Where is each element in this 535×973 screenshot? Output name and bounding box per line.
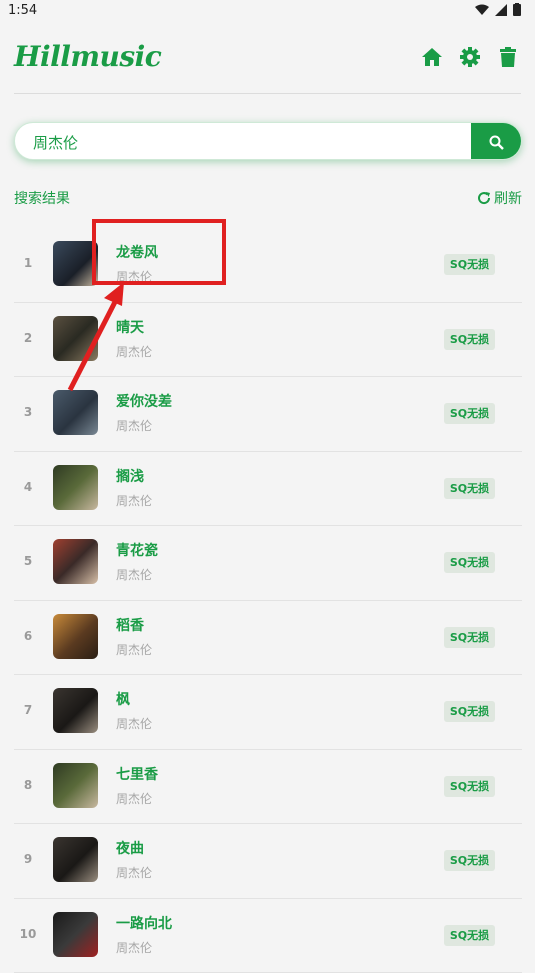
song-title: 搁浅 (116, 466, 144, 486)
song-artist: 周杰伦 (116, 790, 152, 807)
song-row[interactable]: 2 晴天 周杰伦 SQ无损 (14, 303, 522, 378)
signal-icon (495, 4, 507, 16)
song-index: 10 (14, 927, 42, 941)
song-artist: 周杰伦 (116, 566, 152, 583)
quality-badge: SQ无损 (444, 701, 495, 722)
annotation-highlight-box (92, 219, 226, 285)
song-artist: 周杰伦 (116, 492, 152, 509)
song-title: 枫 (116, 689, 130, 709)
song-index: 3 (14, 405, 42, 419)
song-row[interactable]: 10 一路向北 周杰伦 SQ无损 (14, 899, 522, 973)
song-artist: 周杰伦 (116, 864, 152, 881)
app-logo: Hillmusic (14, 40, 161, 73)
song-index: 9 (14, 852, 42, 866)
quality-badge: SQ无损 (444, 254, 495, 275)
results-header: 搜索结果 刷新 (14, 188, 522, 208)
song-index: 4 (14, 480, 42, 494)
status-icons (475, 3, 521, 16)
album-cover (53, 465, 98, 510)
refresh-label: 刷新 (494, 188, 522, 208)
settings-gear-icon[interactable] (459, 46, 481, 68)
song-title: 晴天 (116, 317, 144, 337)
song-index: 8 (14, 778, 42, 792)
battery-icon (513, 3, 521, 16)
song-row[interactable]: 7 枫 周杰伦 SQ无损 (14, 675, 522, 750)
search-icon (489, 135, 504, 150)
song-title: 夜曲 (116, 838, 144, 858)
song-row[interactable]: 9 夜曲 周杰伦 SQ无损 (14, 824, 522, 899)
search-button[interactable] (471, 123, 521, 160)
song-artist: 周杰伦 (116, 641, 152, 658)
album-cover (53, 763, 98, 808)
album-cover (53, 390, 98, 435)
song-row[interactable]: 1 龙卷风 周杰伦 SQ无损 (14, 228, 522, 303)
app-header: Hillmusic (0, 22, 535, 94)
wifi-icon (475, 4, 489, 16)
header-divider (14, 93, 521, 94)
song-artist: 周杰伦 (116, 417, 152, 434)
quality-badge: SQ无损 (444, 552, 495, 573)
song-index: 2 (14, 331, 42, 345)
results-label: 搜索结果 (14, 188, 70, 208)
search-bar: 周杰伦 (14, 122, 522, 160)
song-row[interactable]: 5 青花瓷 周杰伦 SQ无损 (14, 526, 522, 601)
trash-icon[interactable] (497, 46, 519, 68)
song-index: 5 (14, 554, 42, 568)
status-bar: 1:54 (0, 0, 535, 22)
song-index: 1 (14, 256, 42, 270)
quality-badge: SQ无损 (444, 776, 495, 797)
album-cover (53, 614, 98, 659)
refresh-button[interactable]: 刷新 (477, 188, 522, 208)
song-title: 一路向北 (116, 913, 172, 933)
song-row[interactable]: 8 七里香 周杰伦 SQ无损 (14, 750, 522, 825)
song-artist: 周杰伦 (116, 939, 152, 956)
song-title: 稻香 (116, 615, 144, 635)
song-row[interactable]: 6 稻香 周杰伦 SQ无损 (14, 601, 522, 676)
search-input[interactable]: 周杰伦 (33, 132, 78, 153)
song-artist: 周杰伦 (116, 715, 152, 732)
quality-badge: SQ无损 (444, 627, 495, 648)
song-index: 6 (14, 629, 42, 643)
song-row[interactable]: 3 爱你没差 周杰伦 SQ无损 (14, 377, 522, 452)
album-cover (53, 912, 98, 957)
quality-badge: SQ无损 (444, 403, 495, 424)
album-cover (53, 837, 98, 882)
album-cover (53, 688, 98, 733)
album-cover (53, 316, 98, 361)
header-actions (421, 46, 519, 68)
status-time: 1:54 (8, 3, 37, 18)
home-icon[interactable] (421, 46, 443, 68)
song-row[interactable]: 4 搁浅 周杰伦 SQ无损 (14, 452, 522, 527)
refresh-icon (477, 191, 491, 205)
song-artist: 周杰伦 (116, 343, 152, 360)
song-title: 青花瓷 (116, 540, 158, 560)
song-list: 1 龙卷风 周杰伦 SQ无损 2 晴天 周杰伦 SQ无损 3 爱你没差 周杰伦 … (14, 228, 522, 973)
quality-badge: SQ无损 (444, 850, 495, 871)
album-cover (53, 539, 98, 584)
song-title: 爱你没差 (116, 391, 172, 411)
quality-badge: SQ无损 (444, 925, 495, 946)
song-index: 7 (14, 703, 42, 717)
quality-badge: SQ无损 (444, 478, 495, 499)
song-title: 七里香 (116, 764, 158, 784)
quality-badge: SQ无损 (444, 329, 495, 350)
